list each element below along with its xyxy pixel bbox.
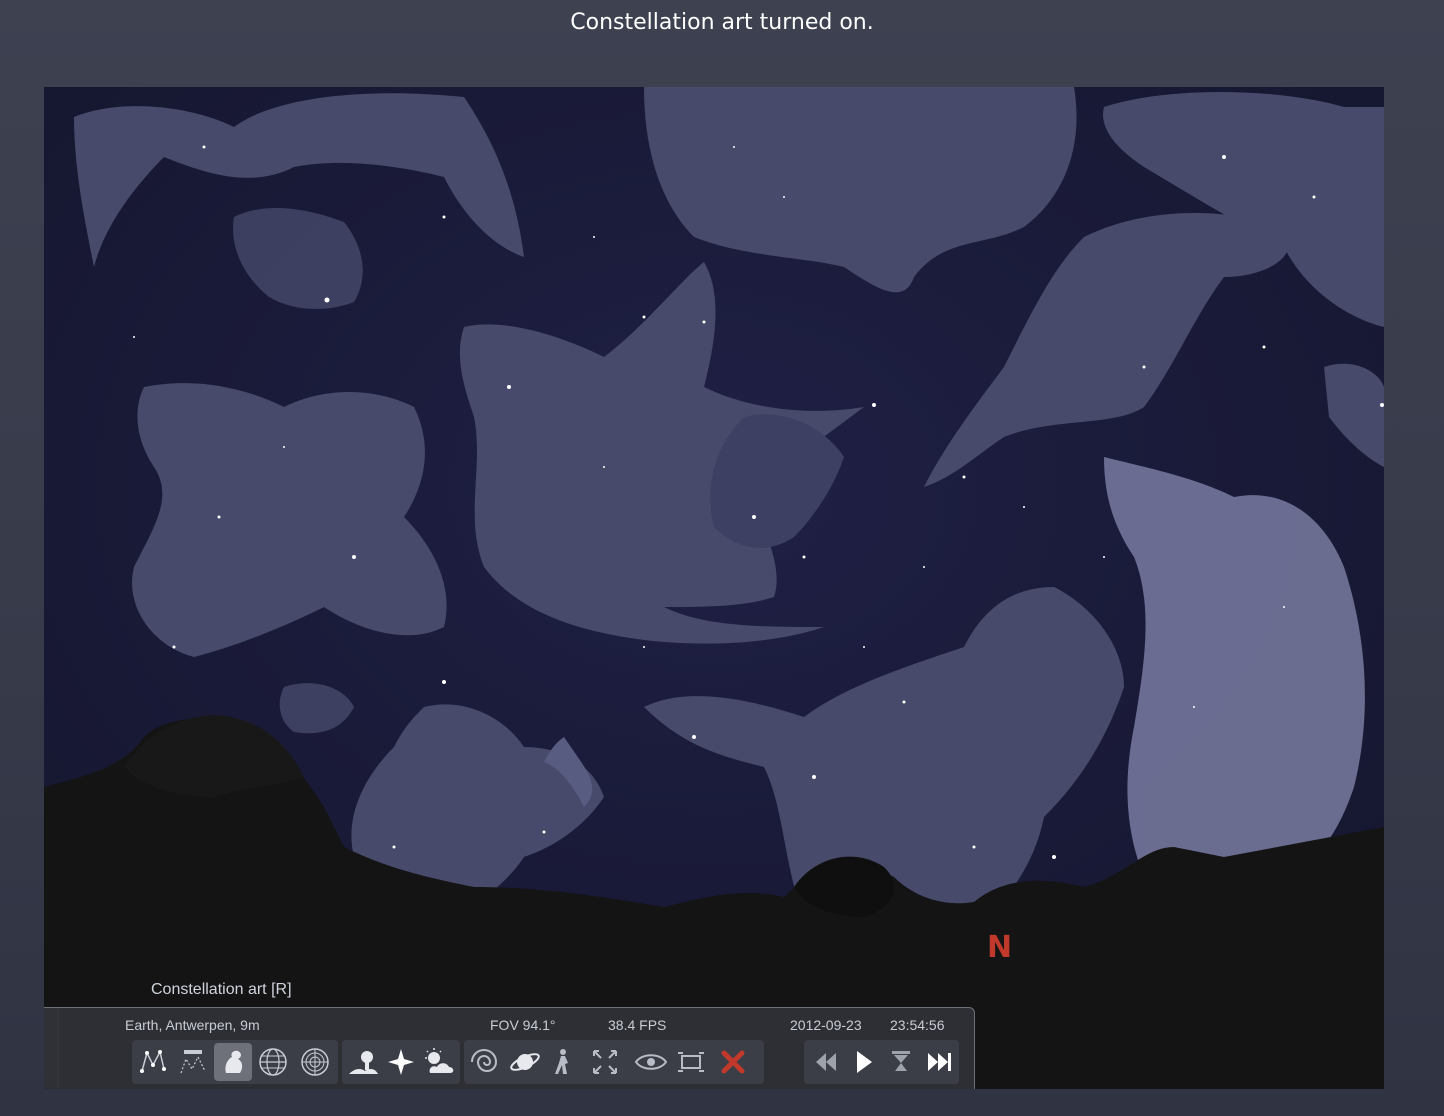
center-selected-button[interactable] (586, 1043, 624, 1081)
close-icon (721, 1050, 745, 1074)
ground-icon (349, 1051, 378, 1074)
center-icon (593, 1050, 617, 1074)
fullscreen-icon (678, 1052, 704, 1072)
night-mode-button[interactable] (632, 1043, 670, 1081)
night-sky[interactable]: N (44, 87, 1384, 1089)
telescope-mount-icon (555, 1049, 568, 1074)
constellation-art-button[interactable] (214, 1043, 252, 1081)
constellation-art-icon (225, 1050, 243, 1073)
planet-icon (510, 1053, 540, 1071)
full-screen-button[interactable] (672, 1043, 710, 1081)
azimuthal-grid-icon (301, 1048, 329, 1076)
compass-north-label: N (987, 930, 1012, 965)
cardinal-points-icon (388, 1049, 414, 1075)
equatorial-grid-button[interactable] (254, 1043, 292, 1081)
planet-labels-button[interactable] (506, 1043, 544, 1081)
rewind-icon (816, 1053, 836, 1071)
fps-status: 38.4 FPS (608, 1017, 667, 1033)
nebula-icon (471, 1049, 498, 1072)
cardinal-points-button[interactable] (382, 1043, 420, 1081)
constellation-labels-icon (180, 1050, 206, 1074)
fast-forward-icon (928, 1053, 951, 1071)
constellation-lines-button[interactable] (134, 1043, 172, 1081)
nebulas-button[interactable] (468, 1043, 506, 1081)
equatorial-grid-icon (259, 1048, 287, 1076)
constellation-lines-icon (140, 1049, 166, 1073)
equatorial-mount-button[interactable] (544, 1043, 582, 1081)
hercules-art (132, 383, 447, 657)
play-icon (857, 1051, 872, 1073)
constellation-labels-button[interactable] (174, 1043, 212, 1081)
atmosphere-button[interactable] (420, 1043, 458, 1081)
real-time-speed-button[interactable] (844, 1043, 882, 1081)
date-status: 2012-09-23 (790, 1017, 862, 1033)
page-caption: Constellation art turned on. (570, 10, 874, 35)
time-status: 23:54:56 (890, 1017, 945, 1033)
quit-button[interactable] (714, 1043, 752, 1081)
current-time-button[interactable] (882, 1043, 920, 1081)
hourglass-icon (892, 1051, 910, 1071)
location-status: Earth, Antwerpen, 9m (125, 1017, 260, 1033)
eye-icon (634, 1054, 668, 1070)
azimuthal-grid-button[interactable] (296, 1043, 334, 1081)
increase-time-speed-button[interactable] (920, 1043, 958, 1081)
stellarium-view[interactable]: N Constellation art [R] Earth, Antwerpen… (44, 87, 1384, 1089)
button-tooltip: Constellation art [R] (151, 981, 292, 998)
atmosphere-icon (425, 1048, 454, 1073)
ground-button[interactable] (344, 1043, 382, 1081)
bottom-toolbar: Earth, Antwerpen, 9m FOV 94.1° 38.4 FPS … (44, 1007, 975, 1089)
decrease-time-speed-button[interactable] (806, 1043, 844, 1081)
fov-status: FOV 94.1° (490, 1017, 556, 1033)
